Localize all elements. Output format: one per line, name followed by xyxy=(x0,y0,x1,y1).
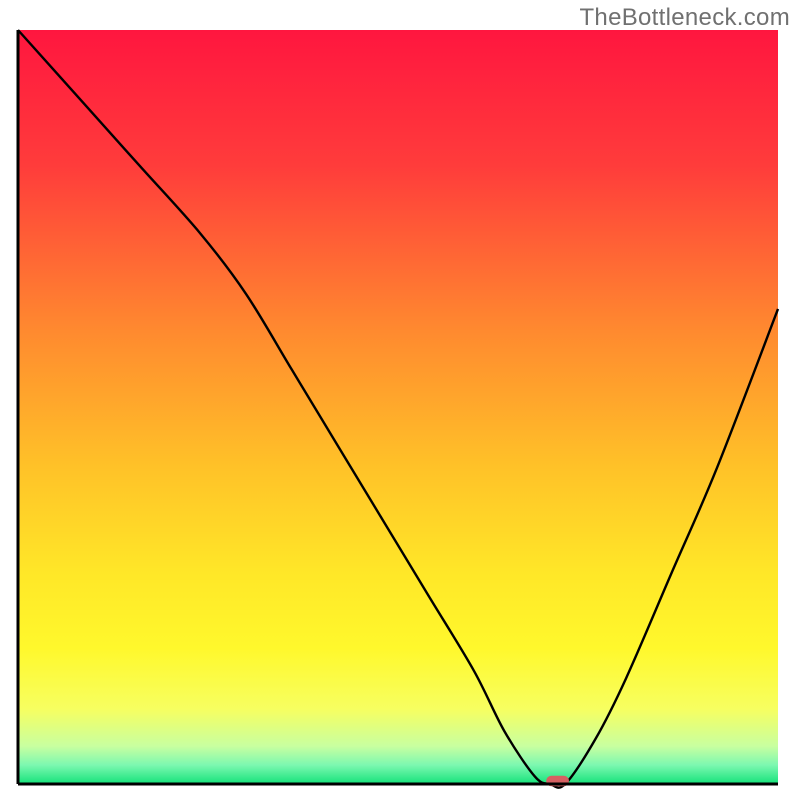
bottleneck-chart: TheBottleneck.com xyxy=(0,0,800,800)
gradient-background xyxy=(18,30,778,784)
plot-svg xyxy=(0,0,800,800)
